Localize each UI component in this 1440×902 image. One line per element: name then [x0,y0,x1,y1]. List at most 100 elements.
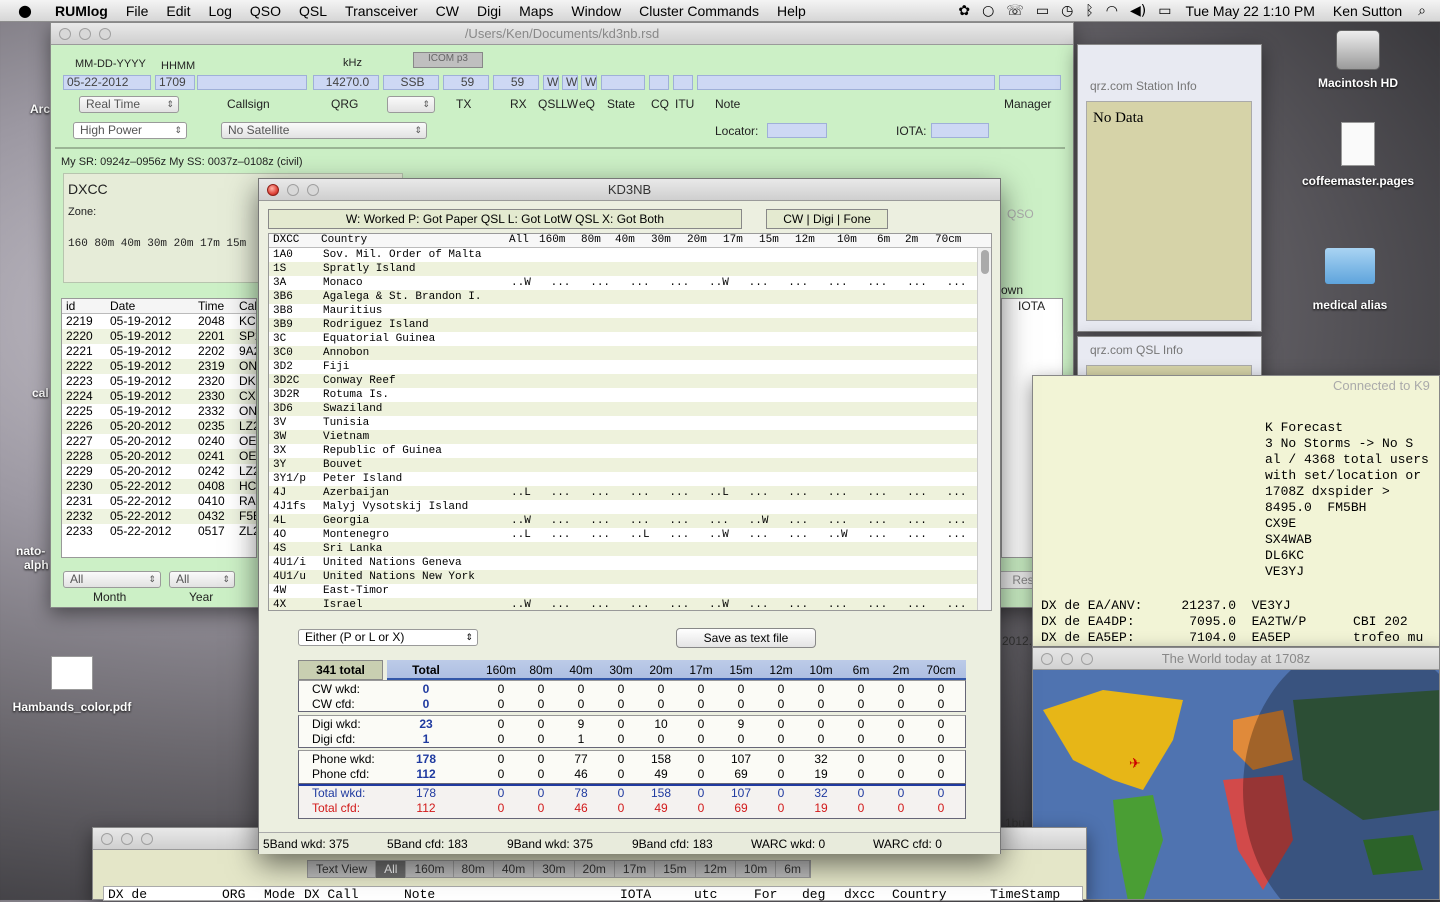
radio-model-button[interactable]: ICOM p3 [413,52,483,68]
list-item[interactable]: 3C Equatorial Guinea [269,332,977,346]
minimize-button[interactable] [287,184,299,196]
list-item[interactable]: 1S Spratly Island [269,262,977,276]
locator-field[interactable] [767,123,827,138]
list-item[interactable]: 3X Republic of Guinea [269,444,977,458]
menu-cw[interactable]: CW [427,3,468,19]
tab-all[interactable]: All [376,861,407,878]
power-popup[interactable]: High Power [73,122,187,139]
menu-app-name[interactable]: RUMlog [46,3,117,19]
list-item[interactable]: 4U1/u United Nations New York [269,570,977,584]
menu-cluster-commands[interactable]: Cluster Commands [630,3,768,19]
battery-icon[interactable]: ▭ [1152,3,1177,19]
spot-line[interactable]: DX de EA/ANV: 21237.0 VE3YJ [1041,598,1423,614]
list-item[interactable]: 3C0 Annobon [269,346,977,360]
qsl-w-field[interactable]: W [543,75,559,90]
lw-w-field[interactable]: W [562,75,578,90]
tab-17m[interactable]: 17m [615,861,656,878]
table-row[interactable]: 2232 05-22-2012 0432 F5B [62,509,256,524]
world-map-titlebar[interactable]: The World today at 1708z [1033,648,1439,670]
itu-field[interactable] [673,75,693,90]
time-field[interactable]: 1709 [155,75,195,90]
menu-help[interactable]: Help [768,3,815,19]
table-row[interactable]: 2229 05-20-2012 0242 LZ2 [62,464,256,479]
month-filter-popup[interactable]: All [63,571,161,588]
col-6m[interactable]: 6m [877,234,890,246]
spotlight-icon[interactable]: ⌕ [1408,3,1440,19]
tab-15m[interactable]: 15m [655,861,696,878]
col-date[interactable]: Date [110,299,135,313]
list-item[interactable]: 3B6 Agalega & St. Brandon I. [269,290,977,304]
world-map[interactable]: ✈ [1033,670,1440,900]
tab-30m[interactable]: 30m [534,861,575,878]
col-iota[interactable]: IOTA [1018,299,1045,313]
spot-line[interactable]: DX de EA4DP: 7095.0 EA2TW/P CBI 202 [1041,614,1423,630]
col-70cm[interactable]: 70cm [935,234,961,246]
col-30m[interactable]: 30m [651,234,671,246]
table-row[interactable]: 2219 05-19-2012 2048 KC [62,314,256,329]
tab-10m[interactable]: 10m [736,861,777,878]
mode-field[interactable]: SSB [383,75,439,90]
table-row[interactable]: 2228 05-20-2012 0241 OE [62,449,256,464]
dxcc-list-scrollbar[interactable] [977,248,991,610]
col-40m[interactable]: 40m [615,234,635,246]
minimize-button[interactable] [1061,653,1073,665]
list-item[interactable]: 4U1/i United Nations Geneva [269,556,977,570]
list-item[interactable]: 3V Tunisia [269,416,977,430]
date-field[interactable]: 05-22-2012 [63,75,151,90]
list-item[interactable]: 3A Monaco ..W ... ... ... ... ..W ... ... … [269,276,991,290]
table-row[interactable]: 2225 05-19-2012 2332 ON [62,404,256,419]
menu-digi[interactable]: Digi [468,3,510,19]
menu-clock[interactable]: Tue May 22 1:10 PM [1177,3,1320,19]
menu-log[interactable]: Log [200,3,241,19]
menu-maps[interactable]: Maps [510,3,562,19]
list-item[interactable]: 4J1fs Malyj Vysotskij Island [269,500,977,514]
callsign-field[interactable] [197,75,307,90]
table-row[interactable]: 2226 05-20-2012 0235 LZ2 [62,419,256,434]
table-row[interactable]: 2221 05-19-2012 2202 9A2 [62,344,256,359]
table-row[interactable]: 2233 05-22-2012 0517 ZL2 [62,524,256,539]
apple-menu-icon[interactable]: ● [0,1,46,20]
spot-line[interactable]: DX de EA5EP: 7104.0 EA5EP trofeo mu [1041,630,1423,646]
list-item[interactable]: 3B9 Rodriguez Island [269,318,977,332]
menu-transceiver[interactable]: Transceiver [336,3,427,19]
table-row[interactable]: 2223 05-19-2012 2320 DK [62,374,256,389]
tab-6m[interactable]: 6m [776,861,810,878]
menu-file[interactable]: File [117,3,158,19]
zoom-button[interactable] [1081,653,1093,665]
list-item[interactable]: 3Y Bouvet [269,458,977,472]
col-dxcc[interactable]: DXCC [273,234,299,246]
col-id[interactable]: id [66,299,75,313]
tx-rst-field[interactable]: 59 [443,75,489,90]
qrg-field[interactable]: 14270.0 [313,75,379,90]
dxcc-titlebar[interactable]: KD3NB [259,179,1000,201]
list-item[interactable]: 3D2R Rotuma Is. [269,388,977,402]
minimize-button[interactable] [79,28,91,40]
tab-text-view[interactable]: Text View [308,861,377,878]
bluetooth-icon[interactable]: ᛒ [1079,3,1099,19]
menu-qsl[interactable]: QSL [290,3,336,19]
col-12m[interactable]: 12m [795,234,815,246]
qsl-type-popup[interactable]: Either (P or L or X) [298,629,478,646]
desktop-icon-medical-alias[interactable]: medical alias [1300,248,1400,312]
close-button[interactable] [59,28,71,40]
col-17m[interactable]: 17m [723,234,743,246]
eq-w-field[interactable]: W [581,75,597,90]
scroll-thumb[interactable] [981,250,989,274]
phone-icon[interactable]: ☏ [1000,3,1030,19]
realtime-popup[interactable]: Real Time [79,96,179,113]
list-item[interactable]: 4L Georgia ..W ... ... ... ... ... ..W ...… [269,514,991,528]
cq-field[interactable] [649,75,669,90]
menu-qso[interactable]: QSO [241,3,290,19]
dxcc-entity-list[interactable]: DXCC Country All 160m 80m 40m 30m 20m 17m 15m 12m 1… [268,233,992,611]
table-row[interactable]: 2230 05-22-2012 0408 HC [62,479,256,494]
zoom-button[interactable] [307,184,319,196]
display-icon[interactable]: ▭ [1030,3,1055,19]
table-row[interactable]: 2227 05-20-2012 0240 OE [62,434,256,449]
table-row[interactable]: 2222 05-19-2012 2319 ON [62,359,256,374]
paw-icon[interactable]: ✿ [952,3,976,19]
year-filter-popup[interactable]: All [169,571,235,588]
menu-window[interactable]: Window [562,3,630,19]
col-10m[interactable]: 10m [837,234,857,246]
list-item[interactable]: 3B8 Mauritius [269,304,977,318]
col-call[interactable]: Cal [239,299,256,313]
